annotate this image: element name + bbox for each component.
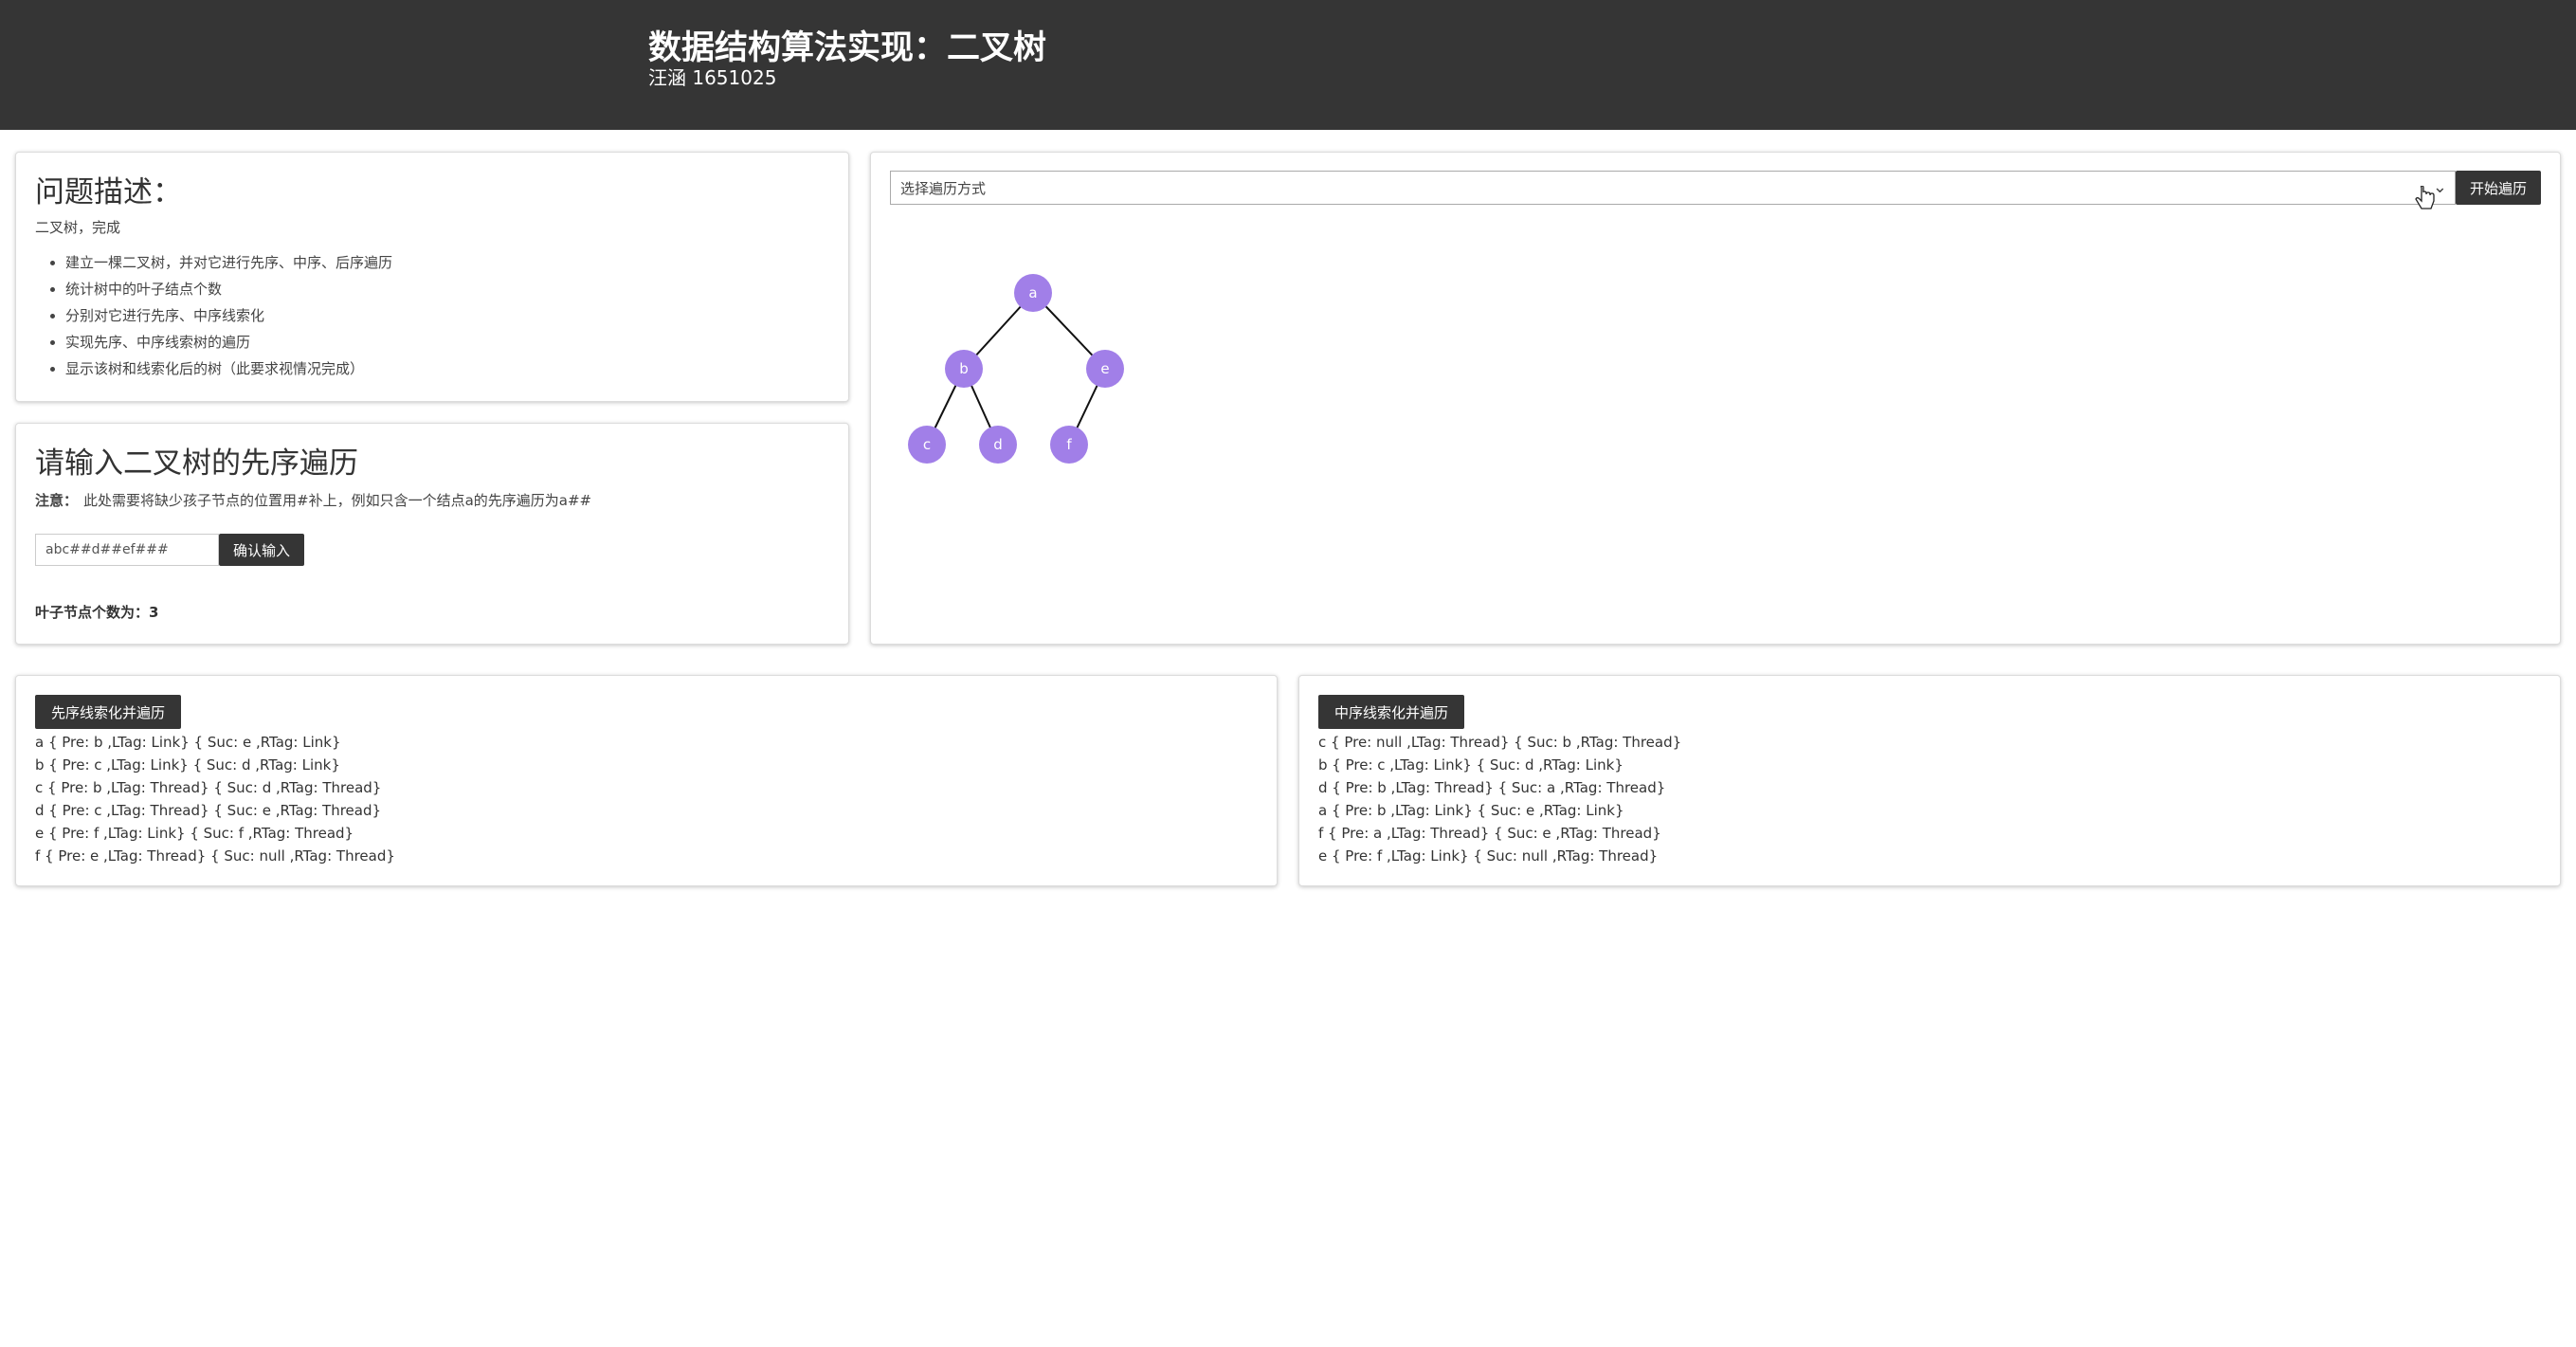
note-text: 此处需要将缺少孩子节点的位置用#补上，例如只含一个结点a的先序遍历为a## bbox=[83, 492, 592, 509]
list-item: b { Pre: c ,LTag: Link} { Suc: d ,RTag: … bbox=[35, 756, 340, 774]
list-item: a { Pre: b ,LTag: Link} { Suc: e ,RTag: … bbox=[1318, 802, 1624, 819]
list-item: 实现先序、中序线索树的遍历 bbox=[65, 329, 392, 355]
list-item: b { Pre: c ,LTag: Link} { Suc: d ,RTag: … bbox=[1318, 756, 1624, 774]
list-item: 统计树中的叶子结点个数 bbox=[65, 276, 392, 302]
preorder-thread-output: a { Pre: b ,LTag: Link} { Suc: e ,RTag: … bbox=[35, 731, 395, 867]
preorder-input[interactable] bbox=[35, 534, 219, 566]
tree-node-c: c bbox=[908, 426, 946, 464]
tree-node-b: b bbox=[945, 350, 983, 388]
tree-visualization-panel: 选择遍历方式 ⌄ 开始遍历 abecdf bbox=[870, 152, 2561, 645]
requirement-list: 建立一棵二叉树，并对它进行先序、中序、后序遍历 统计树中的叶子结点个数 分别对它… bbox=[45, 249, 392, 382]
problem-intro: 二叉树，完成 bbox=[35, 219, 121, 236]
list-item: f { Pre: a ,LTag: Thread} { Suc: e ,RTag… bbox=[1318, 825, 1661, 842]
tree-node-d: d bbox=[979, 426, 1017, 464]
problem-description-panel: 问题描述： 二叉树，完成 建立一棵二叉树，并对它进行先序、中序、后序遍历 统计树… bbox=[15, 152, 849, 402]
tree-node-label: b bbox=[959, 360, 969, 377]
list-item: d { Pre: b ,LTag: Thread} { Suc: a ,RTag… bbox=[1318, 779, 1666, 796]
note-label: 注意： bbox=[35, 492, 79, 509]
confirm-input-button[interactable]: 确认输入 bbox=[219, 534, 304, 566]
input-heading: 请输入二叉树的先序遍历 bbox=[35, 446, 358, 481]
binary-tree-graph: a b e c d f bbox=[908, 274, 1124, 464]
tree-node-label: d bbox=[993, 436, 1003, 453]
hand-cursor-icon bbox=[2415, 186, 2435, 209]
preorder-thread-button[interactable]: 先序线索化并遍历 bbox=[35, 695, 181, 729]
list-item: d { Pre: c ,LTag: Thread} { Suc: e ,RTag… bbox=[35, 802, 382, 819]
page-subtitle: 汪涵 1651025 bbox=[648, 66, 777, 89]
list-item: c { Pre: null ,LTag: Thread} { Suc: b ,R… bbox=[1318, 734, 1682, 751]
list-item: 建立一棵二叉树，并对它进行先序、中序、后序遍历 bbox=[65, 249, 392, 276]
tree-node-label: f bbox=[1066, 436, 1072, 453]
input-note: 注意： 此处需要将缺少孩子节点的位置用#补上，例如只含一个结点a的先序遍历为a## bbox=[35, 490, 591, 510]
page-header: 数据结构算法实现：二叉树 汪涵 1651025 bbox=[0, 0, 2576, 130]
list-item: f { Pre: e ,LTag: Thread} { Suc: null ,R… bbox=[35, 847, 395, 865]
tree-node-label: c bbox=[923, 436, 931, 453]
list-item: a { Pre: b ,LTag: Link} { Suc: e ,RTag: … bbox=[35, 734, 341, 751]
list-item: e { Pre: f ,LTag: Link} { Suc: f ,RTag: … bbox=[35, 825, 354, 842]
tree-node-f: f bbox=[1050, 426, 1088, 464]
tree-node-e: e bbox=[1086, 350, 1124, 388]
list-item: 分别对它进行先序、中序线索化 bbox=[65, 302, 392, 329]
inorder-thread-output: c { Pre: null ,LTag: Thread} { Suc: b ,R… bbox=[1318, 731, 1681, 867]
inorder-thread-panel: 中序线索化并遍历 c { Pre: null ,LTag: Thread} { … bbox=[1298, 675, 2561, 886]
list-item: c { Pre: b ,LTag: Thread} { Suc: d ,RTag… bbox=[35, 779, 382, 796]
problem-heading: 问题描述： bbox=[35, 175, 182, 209]
inorder-thread-button[interactable]: 中序线索化并遍历 bbox=[1318, 695, 1464, 729]
tree-node-label: e bbox=[1100, 360, 1109, 377]
preorder-input-panel: 请输入二叉树的先序遍历 注意： 此处需要将缺少孩子节点的位置用#补上，例如只含一个… bbox=[15, 423, 849, 645]
list-item: e { Pre: f ,LTag: Link} { Suc: null ,RTa… bbox=[1318, 847, 1659, 865]
leaf-count: 叶子节点个数为：3 bbox=[35, 604, 159, 621]
preorder-thread-panel: 先序线索化并遍历 a { Pre: b ,LTag: Link} { Suc: … bbox=[15, 675, 1278, 886]
tree-node-a: a bbox=[1014, 274, 1052, 312]
tree-node-label: a bbox=[1028, 284, 1037, 301]
list-item: 显示该树和线索化后的树（此要求视情况完成） bbox=[65, 355, 392, 382]
